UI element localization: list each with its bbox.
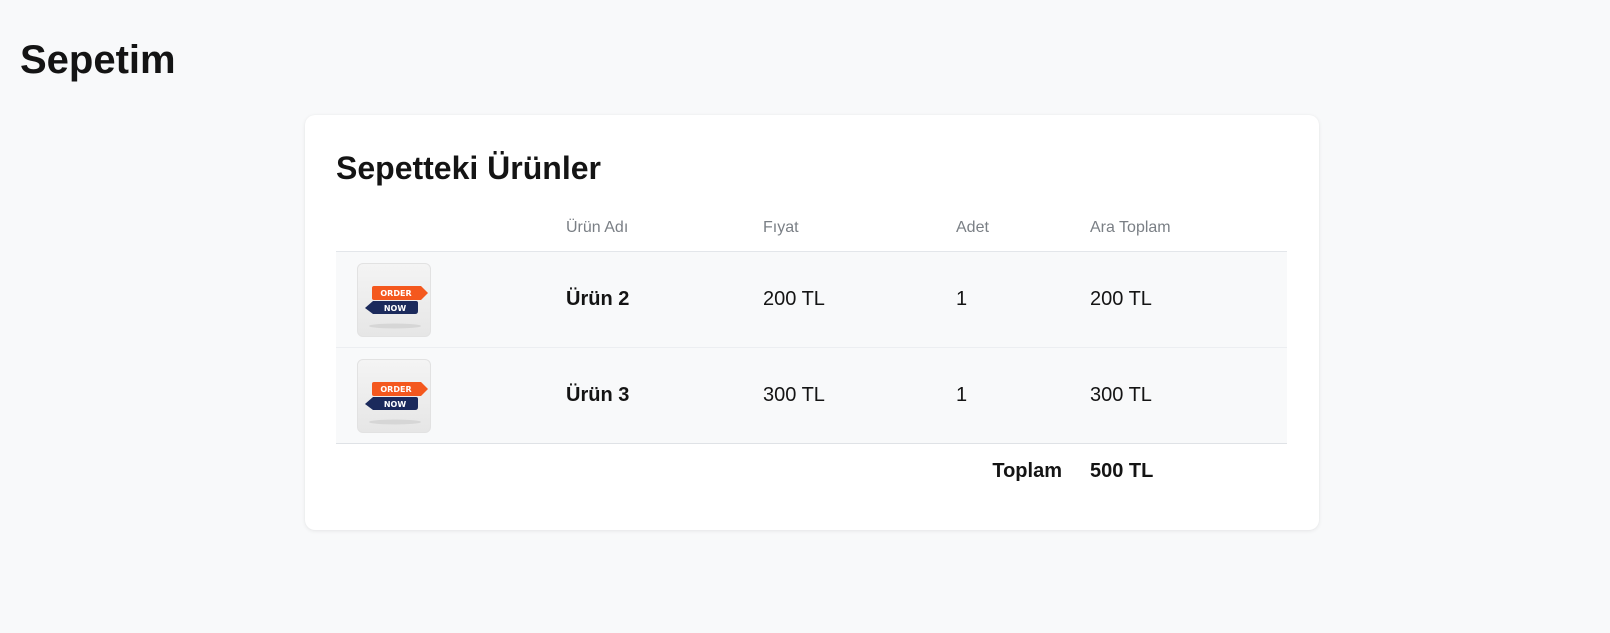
badge-text-top: ORDER — [380, 385, 411, 394]
badge-text-top: ORDER — [380, 289, 411, 298]
total-value: 500 TL — [1090, 459, 1154, 482]
table-row: ORDER NOW Ürün 3 300 TL 1 300 TL — [336, 348, 1287, 444]
column-header-price: Fıyat — [763, 219, 799, 236]
cart-title: Sepetteki Ürünler — [336, 150, 601, 186]
page-title: Sepetim — [20, 38, 176, 82]
product-quantity: 1 — [956, 288, 968, 310]
product-quantity: 1 — [956, 384, 968, 406]
product-price: 300 TL — [763, 384, 825, 406]
product-image-cell: ORDER NOW — [357, 252, 431, 347]
table-row: ORDER NOW Ürün 2 200 TL 1 200 TL — [336, 252, 1287, 348]
cart-card: Sepetteki Ürünler Ürün Adı Fıyat Adet Ar… — [305, 115, 1319, 530]
product-subtotal: 300 TL — [1090, 384, 1152, 406]
column-header-name: Ürün Adı — [566, 219, 629, 236]
product-price: 200 TL — [763, 288, 825, 310]
product-name: Ürün 3 — [566, 384, 630, 406]
badge-text-bottom: NOW — [384, 304, 406, 313]
table-header-row: Ürün Adı Fıyat Adet Ara Toplam — [336, 212, 1287, 252]
product-name: Ürün 2 — [566, 288, 630, 310]
column-header-subtotal: Ara Toplam — [1090, 219, 1171, 236]
order-now-badge-icon: ORDER NOW — [357, 358, 431, 433]
column-header-quantity: Adet — [956, 219, 989, 236]
table-footer-row: Toplam 500 TL — [336, 444, 1287, 498]
product-subtotal: 200 TL — [1090, 288, 1152, 310]
total-label: Toplam — [992, 459, 1062, 482]
order-now-badge-icon: ORDER NOW — [357, 262, 431, 337]
badge-text-bottom: NOW — [384, 400, 406, 409]
cart-table: Ürün Adı Fıyat Adet Ara Toplam ORDER NOW… — [336, 212, 1287, 498]
product-image-cell: ORDER NOW — [357, 348, 431, 443]
